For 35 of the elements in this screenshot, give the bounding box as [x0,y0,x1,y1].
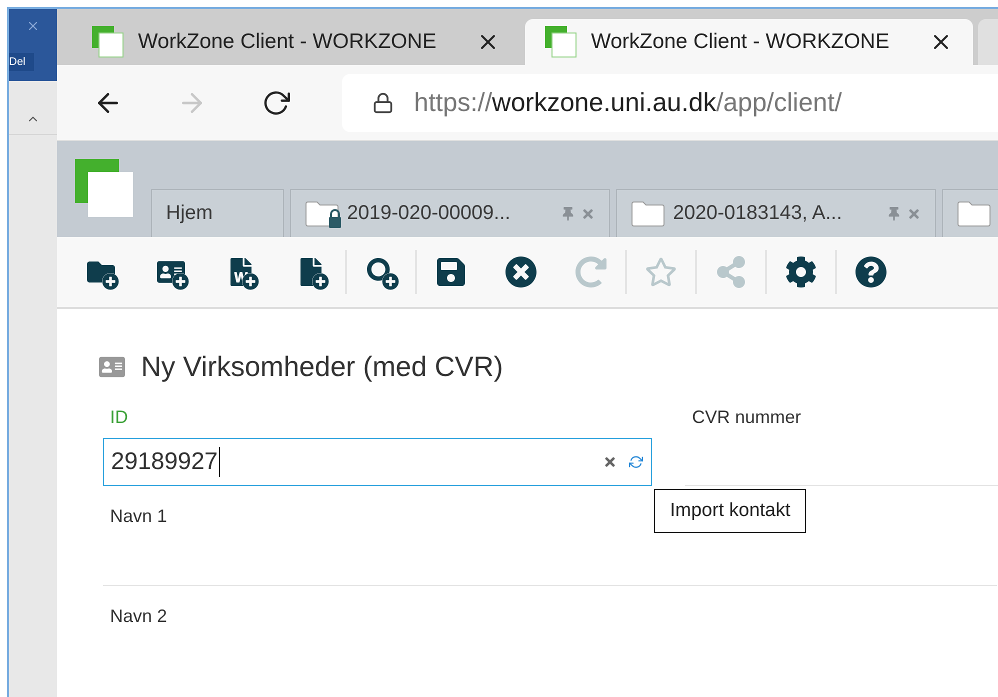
browser-tab[interactable]: WorkZone Client - WORKZONE [72,19,520,65]
plus-icon [172,273,189,290]
field-label: ID [109,407,129,429]
settings-button[interactable] [783,254,819,290]
home-tab[interactable]: Hjem [151,189,284,237]
app-logo [75,159,133,217]
contact-card-icon [99,354,125,380]
star-icon [645,256,677,288]
reload-icon [262,88,290,116]
tooltip: Import kontakt [654,488,806,533]
plus-icon [382,273,399,290]
field-label: Navn 2 [109,605,168,628]
page-title: Ny Virksomheder (med CVR) [141,351,504,383]
save-icon [435,256,467,288]
plus-icon [102,273,119,290]
redo-icon [575,256,607,288]
field-label: CVR nummer [691,407,802,429]
help-button[interactable] [853,254,889,290]
share-icon [715,256,747,288]
field-label: Navn 1 [109,505,168,528]
side-window-label: Del [9,53,34,71]
clear-icon[interactable] [603,455,617,469]
app-logo-icon [545,26,577,58]
plus-icon [312,273,329,290]
id-input-field[interactable]: 29189927 [103,438,652,486]
help-icon [855,256,887,288]
plus-icon [242,273,259,290]
address-field[interactable]: https://workzone.uni.au.dk/app/client/ [342,74,998,132]
app-logo-icon [92,26,124,58]
close-button[interactable] [503,254,539,290]
refresh-icon[interactable] [629,455,643,469]
close-icon [505,256,537,288]
lock-icon [372,92,394,114]
settings-icon [785,256,817,288]
browser-tab[interactable]: WorkZone Client - WORKZONE [525,19,973,65]
